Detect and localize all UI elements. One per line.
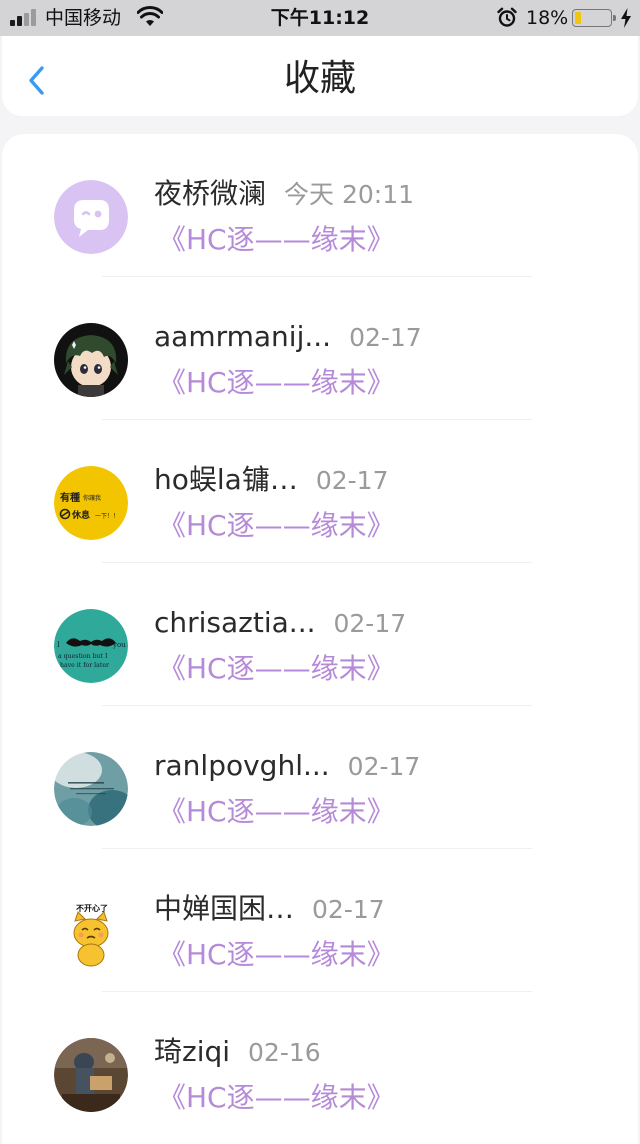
avatar-text-line1: 有種	[60, 491, 80, 504]
nav-bar: 收藏	[2, 36, 638, 116]
avatar-anime-boy	[54, 323, 128, 397]
favorite-item[interactable]: 琦ziqi 02-16 《HC逐——缘末》	[2, 992, 638, 1135]
battery-icon	[572, 9, 616, 27]
message-preview: 《HC逐——缘末》	[158, 795, 395, 828]
contact-name: 琦ziqi	[154, 1035, 231, 1068]
avatar-text-line1-left: I	[57, 641, 60, 649]
favorite-item[interactable]: 不开心了 中婵国困… 02-17 《HC逐——缘末》	[2, 849, 638, 992]
avatar-text-line2-small: 一下！！	[95, 513, 119, 520]
charging-icon	[621, 8, 631, 28]
timestamp: 02-17	[333, 609, 407, 638]
avatar-caption: 不开心了	[76, 903, 108, 913]
favorite-item[interactable]: ranlpovghl... 02-17 《HC逐——缘末》	[2, 706, 638, 849]
battery-percent: 18%	[526, 7, 569, 29]
page-title: 收藏	[283, 58, 356, 99]
avatar-text-line1-small: 你讓我	[83, 494, 101, 502]
contact-name: aamrmanij...	[154, 320, 332, 353]
contact-name: ho蜈la镛…	[154, 463, 298, 496]
message-preview: 《HC逐——缘末》	[158, 223, 395, 256]
contact-name: 夜桥微澜	[154, 177, 267, 210]
timestamp: 02-17	[312, 895, 385, 924]
avatar-photo	[54, 1038, 128, 1112]
avatar-text-line3: have it for later	[60, 662, 109, 669]
favorite-item[interactable]: 有種 你讓我 休息 一下！！ ho蜈la镛… 02-17 《HC逐——缘末》	[2, 420, 638, 563]
timestamp: 02-17	[349, 323, 422, 352]
avatar-mustache: I you a question but I have it for later	[54, 609, 128, 683]
contact-name: ranlpovghl...	[154, 749, 330, 782]
contact-name: chrisaztia...	[154, 606, 316, 639]
avatar-text-line2: 休息	[71, 509, 90, 521]
contact-name: 中婵国困…	[154, 892, 295, 925]
message-preview: 《HC逐——缘末》	[158, 509, 395, 542]
timestamp: 02-17	[315, 466, 389, 495]
favorite-item[interactable]: 夜桥微澜 今天 20:11 《HC逐——缘末》	[2, 134, 638, 277]
alarm-icon	[497, 7, 517, 27]
message-preview: 《HC逐——缘末》	[158, 1081, 395, 1114]
message-preview: 《HC逐——缘末》	[158, 366, 395, 399]
battery-level-fill	[575, 12, 581, 24]
timestamp: 02-16	[248, 1038, 321, 1067]
message-preview: 《HC逐——缘末》	[158, 938, 395, 971]
timestamp: 今天 20:11	[284, 180, 415, 209]
message-preview: 《HC逐——缘末》	[158, 652, 395, 685]
favorite-item[interactable]: I you a question but I have it for later…	[2, 563, 638, 706]
avatar-text-line2: a question but I	[58, 653, 108, 660]
favorite-item[interactable]: aamrmanij... 02-17 《HC逐——缘末》	[2, 277, 638, 420]
favorites-list: 夜桥微澜 今天 20:11 《HC逐——缘末》 aamrmanij... 02-17…	[2, 134, 638, 1144]
avatar-rest-sign: 有種 你讓我 休息 一下！！	[54, 466, 128, 540]
avatar-cat-sticker: 不开心了	[54, 895, 128, 969]
status-bar: 中国移动 下午11:12 18%	[0, 0, 640, 36]
avatar-default	[54, 180, 128, 254]
avatar-watercolor	[54, 752, 128, 826]
timestamp: 02-17	[347, 752, 421, 781]
